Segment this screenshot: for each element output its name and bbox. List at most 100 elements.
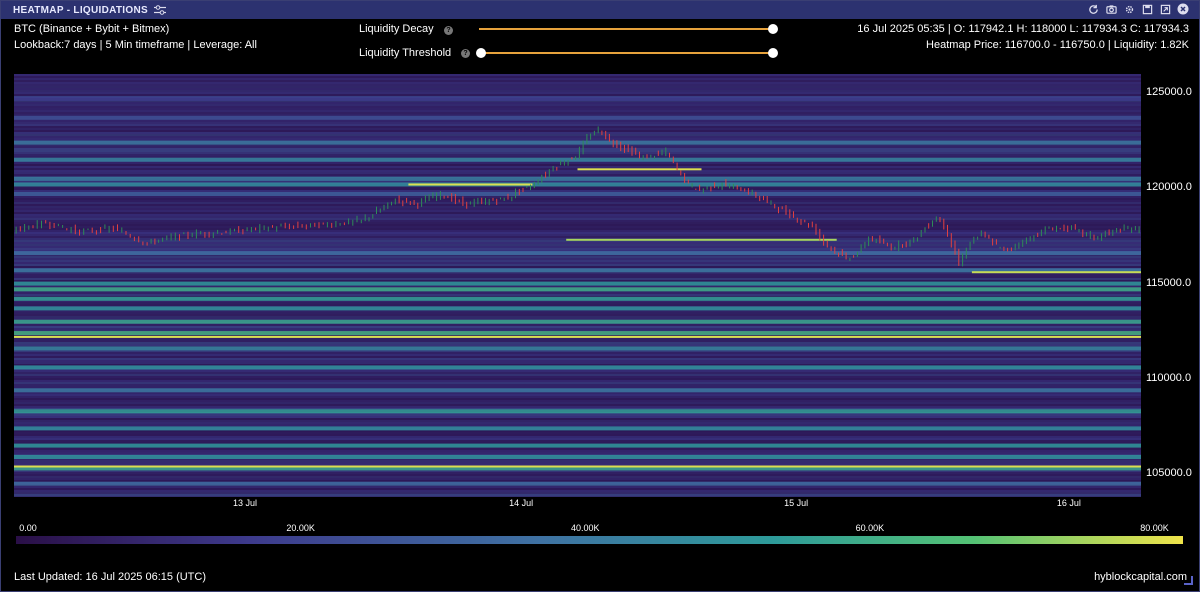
liquidity-highlight [14,465,1141,468]
heatmap-texture-row [14,206,1141,208]
heatmap-texture-row [14,434,1141,436]
threshold-slider-track[interactable] [481,52,773,54]
colorbar [16,536,1183,544]
heatmap-texture-row [14,202,1141,204]
liquidity-level [14,157,1141,162]
heatmap-texture-row [14,154,1141,156]
threshold-slider-min-thumb[interactable] [476,48,486,58]
heatmap-texture-row [14,376,1141,378]
heatmap-texture-row [14,432,1141,434]
heatmap-texture-row [14,200,1141,202]
liquidity-highlight [566,238,837,241]
decay-help-icon[interactable]: ? [444,26,453,35]
heatmap-texture-row [14,224,1141,226]
liquidity-level [14,281,1141,286]
heatmap-texture-row [14,494,1141,496]
heatmap-texture-row [14,136,1141,138]
liquidity-level [14,306,1141,311]
heatmap-texture-row [14,84,1141,86]
heatmap-texture-row [14,106,1141,108]
heatmap-texture-row [14,328,1141,330]
x-tick-label: 13 Jul [233,498,258,508]
decay-slider-thumb[interactable] [768,24,778,34]
liquidity-level [14,481,1141,486]
heatmap-texture-row [14,174,1141,176]
heatmap-texture-row [14,304,1141,306]
heatmap-texture-row [14,102,1141,104]
heatmap-texture-row [14,218,1141,220]
heatmap-texture-row [14,188,1141,190]
save-icon[interactable] [1141,3,1153,15]
heatmap-texture-row [14,378,1141,380]
heatmap-texture-row [14,114,1141,116]
heatmap-texture-row [14,236,1141,238]
liquidity-level [14,176,1141,181]
heatmap-texture-row [14,340,1141,342]
heatmap-texture-row [14,92,1141,94]
heatmap-texture-row [14,248,1141,250]
colorbar-tick-label: 40.00K [571,523,600,533]
heatmap-texture-row [14,418,1141,420]
heatmap-texture-row [14,210,1141,212]
heatmap-texture-row [14,234,1141,236]
heatmap-texture-row [14,260,1141,262]
heatmap-texture-row [14,312,1141,314]
brand-link[interactable]: hyblockcapital.com [1094,571,1187,583]
heatmap-plot[interactable] [14,74,1141,498]
x-tick-label: 16 Jul [1056,498,1081,508]
colorbar-tick-label: 0.00 [19,523,37,533]
gear-icon[interactable] [1123,3,1135,15]
resize-handle[interactable] [1184,576,1193,585]
heatmap-texture-row [14,424,1141,426]
heatmap-texture-row [14,94,1141,96]
threshold-help-icon[interactable]: ? [461,49,470,58]
heatmap-texture-row [14,422,1141,424]
heatmap-texture-row [14,374,1141,376]
liquidity-level [14,192,1141,196]
heatmap-texture-row [14,474,1141,476]
heatmap-texture-row [14,246,1141,248]
settings-sliders-icon[interactable] [153,5,166,15]
colorbar-tick-label: 60.00K [855,523,885,533]
liquidity-level [14,319,1141,324]
heatmap-texture-row [14,314,1141,316]
heatmap-texture-row [14,416,1141,418]
heatmap-texture-row [14,276,1141,278]
liquidity-level [14,443,1141,448]
heatmap-texture-row [14,88,1141,90]
y-tick-label: 105000.0 [1146,467,1192,480]
heatmap-texture-row [14,232,1141,234]
heatmap-texture-row [14,372,1141,374]
heatmap-texture-row [14,278,1141,280]
liquidity-highlight [14,335,1141,338]
liquidity-level [14,365,1141,370]
heatmap-texture-row [14,394,1141,396]
colorbar-tick-label: 80.00K [1140,523,1169,533]
liquidity-highlight [577,168,702,171]
heatmap-texture-row [14,166,1141,168]
liquidity-level [14,287,1141,292]
heatmap-texture-row [14,486,1141,488]
heatmap-texture-row [14,242,1141,244]
heatmap-texture-row [14,148,1141,150]
liquidity-level [14,409,1141,414]
heatmap-texture-row [14,476,1141,478]
heatmap-texture-row [14,360,1141,362]
heatmap-texture-row [14,190,1141,192]
threshold-slider-max-thumb[interactable] [768,48,778,58]
close-icon[interactable] [1177,3,1189,15]
expand-icon[interactable] [1159,3,1171,15]
decay-label: Liquidity Decay [359,23,434,35]
heatmap-texture-row [14,440,1141,442]
heatmap-texture-row [14,490,1141,492]
refresh-icon[interactable] [1087,3,1099,15]
heatmap-texture-row [14,150,1141,152]
title-bar: HEATMAP - LIQUIDATIONS [1,1,1199,19]
heatmap-texture-row [14,132,1141,134]
heatmap-texture-row [14,138,1141,140]
decay-slider-track[interactable] [479,28,773,30]
heatmap-texture-row [14,358,1141,360]
camera-icon[interactable] [1105,3,1117,15]
window-title: HEATMAP - LIQUIDATIONS [13,4,148,16]
heatmap-texture-row [14,220,1141,222]
